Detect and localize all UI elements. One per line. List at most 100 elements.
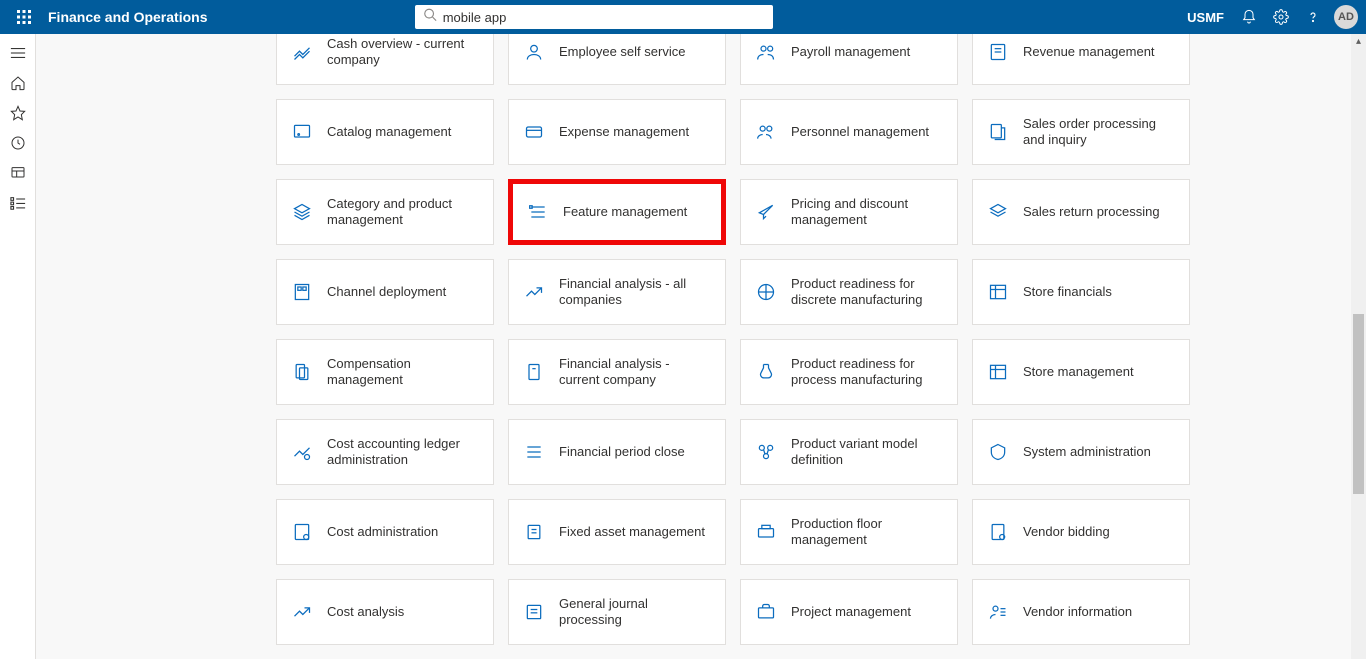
main-content: Cash overview - current company Employee … xyxy=(36,34,1366,659)
workspace-tile[interactable]: Payroll management xyxy=(740,34,958,85)
home-icon[interactable] xyxy=(0,68,36,98)
favorites-icon[interactable] xyxy=(0,98,36,128)
workspace-tile[interactable]: Category and product management xyxy=(276,179,494,245)
tile-icon xyxy=(987,281,1009,303)
settings-icon[interactable] xyxy=(1266,0,1296,34)
workspace-tile[interactable]: Store management xyxy=(972,339,1190,405)
workspace-tile[interactable]: Cost analysis xyxy=(276,579,494,645)
tile-icon xyxy=(291,281,313,303)
tile-icon xyxy=(523,601,545,623)
workspace-tile[interactable]: Product readiness for process manufactur… xyxy=(740,339,958,405)
tile-label: Feature management xyxy=(563,204,687,220)
tile-label: Financial period close xyxy=(559,444,685,460)
workspace-tile[interactable]: Product readiness for discrete manufactu… xyxy=(740,259,958,325)
workspace-tile[interactable]: Sales order processing and inquiry xyxy=(972,99,1190,165)
tile-icon xyxy=(755,201,777,223)
workspace-tile[interactable]: Cost accounting ledger administration xyxy=(276,419,494,485)
notifications-icon[interactable] xyxy=(1234,0,1264,34)
app-launcher-icon[interactable] xyxy=(8,0,40,34)
workspace-tile[interactable]: Channel deployment xyxy=(276,259,494,325)
workspace-tile[interactable]: Vendor information xyxy=(972,579,1190,645)
tile-label: Financial analysis - current company xyxy=(559,356,711,387)
tile-icon xyxy=(523,521,545,543)
tile-label: Compensation management xyxy=(327,356,479,387)
tile-icon xyxy=(987,441,1009,463)
tile-icon xyxy=(755,281,777,303)
workspace-tile[interactable]: Production floor management xyxy=(740,499,958,565)
tile-icon xyxy=(755,521,777,543)
tile-label: Product readiness for process manufactur… xyxy=(791,356,943,387)
tile-icon xyxy=(987,601,1009,623)
workspace-tile[interactable]: General journal processing xyxy=(508,579,726,645)
workspace-tile[interactable]: Personnel management xyxy=(740,99,958,165)
tile-label: Category and product management xyxy=(327,196,479,227)
tile-label: Project management xyxy=(791,604,911,620)
workspace-tile[interactable]: Sales return processing xyxy=(972,179,1190,245)
tile-icon xyxy=(291,521,313,543)
tile-icon xyxy=(291,441,313,463)
workspace-tile[interactable]: Product variant model definition xyxy=(740,419,958,485)
tile-icon xyxy=(291,41,313,63)
workspace-tile[interactable]: Compensation management xyxy=(276,339,494,405)
tile-icon xyxy=(987,41,1009,63)
workspace-tile[interactable]: Store financials xyxy=(972,259,1190,325)
tile-icon xyxy=(755,41,777,63)
tile-icon xyxy=(523,281,545,303)
workspace-tile[interactable]: Pricing and discount management xyxy=(740,179,958,245)
tile-label: Personnel management xyxy=(791,124,929,140)
tile-label: Fixed asset management xyxy=(559,524,705,540)
tile-icon xyxy=(523,361,545,383)
tile-label: Store management xyxy=(1023,364,1134,380)
help-icon[interactable] xyxy=(1298,0,1328,34)
workspace-tile[interactable]: Financial analysis - current company xyxy=(508,339,726,405)
workspace-tile[interactable]: Vendor bidding xyxy=(972,499,1190,565)
workspace-tile[interactable]: Catalog management xyxy=(276,99,494,165)
workspace-tile[interactable]: Financial period close xyxy=(508,419,726,485)
modules-icon[interactable] xyxy=(0,188,36,218)
workspace-tile[interactable]: Employee self service xyxy=(508,34,726,85)
tile-label: Cash overview - current company xyxy=(327,36,479,67)
tile-icon xyxy=(291,201,313,223)
workspace-tile[interactable]: System administration xyxy=(972,419,1190,485)
tile-label: System administration xyxy=(1023,444,1151,460)
tile-icon xyxy=(755,441,777,463)
workspace-tile[interactable]: Project management xyxy=(740,579,958,645)
tile-icon xyxy=(523,41,545,63)
scroll-up-icon[interactable]: ▴ xyxy=(1351,34,1366,49)
search-input[interactable] xyxy=(415,5,773,29)
workspace-tile[interactable]: Cost administration xyxy=(276,499,494,565)
tile-icon xyxy=(523,441,545,463)
tile-icon xyxy=(755,361,777,383)
tile-icon xyxy=(987,121,1009,143)
tile-label: Cost accounting ledger administration xyxy=(327,436,479,467)
avatar[interactable]: AD xyxy=(1334,5,1358,29)
tile-icon xyxy=(527,201,549,223)
top-bar: Finance and Operations USMF AD xyxy=(0,0,1366,34)
scrollbar-thumb[interactable] xyxy=(1353,314,1364,494)
search-icon xyxy=(423,8,437,27)
tile-icon xyxy=(987,201,1009,223)
tile-icon xyxy=(755,601,777,623)
tile-icon xyxy=(291,601,313,623)
tile-label: Cost administration xyxy=(327,524,438,540)
workspace-tile[interactable]: Revenue management xyxy=(972,34,1190,85)
recent-icon[interactable] xyxy=(0,128,36,158)
tile-label: General journal processing xyxy=(559,596,711,627)
workspace-tile[interactable]: Financial analysis - all companies xyxy=(508,259,726,325)
nav-expand-icon[interactable] xyxy=(0,38,36,68)
tile-icon xyxy=(291,361,313,383)
workspaces-icon[interactable] xyxy=(0,158,36,188)
tile-label: Channel deployment xyxy=(327,284,446,300)
tile-label: Vendor bidding xyxy=(1023,524,1110,540)
workspace-tile[interactable]: Fixed asset management xyxy=(508,499,726,565)
tile-label: Financial analysis - all companies xyxy=(559,276,711,307)
tile-label: Expense management xyxy=(559,124,689,140)
tile-label: Cost analysis xyxy=(327,604,404,620)
tile-label: Sales order processing and inquiry xyxy=(1023,116,1175,147)
legal-entity[interactable]: USMF xyxy=(1187,10,1224,25)
scrollbar[interactable]: ▴ xyxy=(1351,34,1366,659)
tile-label: Revenue management xyxy=(1023,44,1155,60)
workspace-tile[interactable]: Expense management xyxy=(508,99,726,165)
workspace-tile[interactable]: Feature management xyxy=(508,179,726,245)
workspace-tile[interactable]: Cash overview - current company xyxy=(276,34,494,85)
